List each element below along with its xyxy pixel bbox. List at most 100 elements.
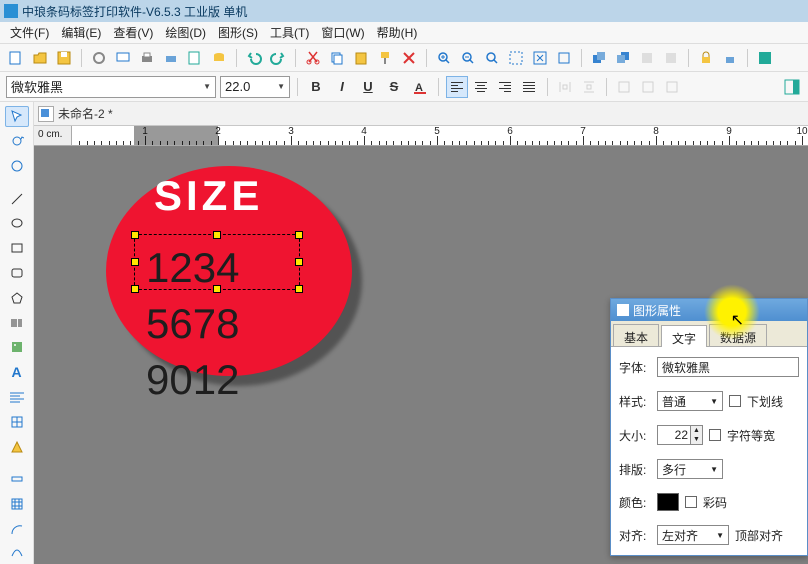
window-icon[interactable] [38, 106, 54, 122]
zoom-in-icon[interactable] [434, 48, 454, 68]
zoom-out-icon[interactable] [458, 48, 478, 68]
unlock-icon[interactable] [720, 48, 740, 68]
strike-button[interactable]: S [383, 76, 405, 98]
menu-window[interactable]: 窗口(W) [315, 22, 370, 43]
format-paint-icon[interactable] [375, 48, 395, 68]
print-icon[interactable] [137, 48, 157, 68]
tab-datasource[interactable]: 数据源 [709, 324, 767, 346]
align-label: 对齐: [619, 527, 651, 544]
table-tool[interactable] [5, 411, 29, 432]
open-icon[interactable] [30, 48, 50, 68]
menu-tool[interactable]: 工具(T) [264, 22, 315, 43]
send-back-icon[interactable] [613, 48, 633, 68]
database-icon[interactable] [209, 48, 229, 68]
pan-tool[interactable] [5, 156, 29, 177]
selection-box[interactable] [134, 234, 300, 290]
size-spinner[interactable]: 22▲▼ [657, 425, 703, 445]
size-text[interactable]: SIZE [154, 172, 263, 220]
line-tool[interactable] [5, 188, 29, 209]
settings-icon[interactable] [89, 48, 109, 68]
resize-handle-sw[interactable] [131, 285, 139, 293]
export-icon[interactable] [185, 48, 205, 68]
menu-edit[interactable]: 编辑(E) [55, 22, 107, 43]
text-tool[interactable]: A [5, 362, 29, 383]
document-tab[interactable]: 未命名-2 * [58, 105, 113, 122]
arc-tool[interactable] [5, 518, 29, 539]
mono-checkbox[interactable] [709, 429, 721, 441]
zoom-fit-icon[interactable] [530, 48, 550, 68]
resize-handle-nw[interactable] [131, 231, 139, 239]
resize-handle-e[interactable] [295, 258, 303, 266]
underline-button[interactable]: U [357, 76, 379, 98]
ellipse-tool[interactable] [5, 213, 29, 234]
menu-draw[interactable]: 绘图(D) [159, 22, 212, 43]
italic-button[interactable]: I [331, 76, 353, 98]
ruler-tool[interactable] [5, 469, 29, 490]
grid-tool[interactable] [5, 493, 29, 514]
align-select[interactable]: 左对齐▼ [657, 525, 729, 545]
delete-icon[interactable] [399, 48, 419, 68]
new-icon[interactable] [6, 48, 26, 68]
preview-icon[interactable] [113, 48, 133, 68]
image-tool[interactable] [5, 337, 29, 358]
rotate-tool[interactable] [5, 131, 29, 152]
layout-select[interactable]: 多行▼ [657, 459, 723, 479]
color-swatch[interactable] [657, 493, 679, 511]
dropdown-arrow-icon: ▼ [203, 82, 211, 91]
save-icon[interactable] [54, 48, 74, 68]
underline-checkbox[interactable] [729, 395, 741, 407]
align-center-button[interactable] [470, 76, 492, 98]
align-justify-button[interactable] [518, 76, 540, 98]
pointer-tool[interactable] [5, 106, 29, 127]
polygon-tool[interactable] [5, 287, 29, 308]
panel-header[interactable]: 图形属性 [611, 299, 807, 321]
curve-tool[interactable] [5, 543, 29, 564]
menu-help[interactable]: 帮助(H) [371, 22, 424, 43]
redo-icon[interactable] [268, 48, 288, 68]
tab-text[interactable]: 文字 [661, 325, 707, 347]
paste-icon[interactable] [351, 48, 371, 68]
font-size-combo[interactable]: 22.0 ▼ [220, 76, 290, 98]
close-window-icon[interactable] [755, 48, 775, 68]
cut-icon[interactable] [303, 48, 323, 68]
panel-toggle-icon[interactable] [782, 77, 802, 97]
align-left-button[interactable] [446, 76, 468, 98]
barcode-tool[interactable] [5, 312, 29, 333]
text-color-button[interactable]: A [409, 76, 431, 98]
menu-view[interactable]: 查看(V) [107, 22, 159, 43]
zoom-100-icon[interactable] [482, 48, 502, 68]
align-right-button[interactable] [494, 76, 516, 98]
forward-icon [637, 48, 657, 68]
underline-chklabel: 下划线 [747, 393, 783, 410]
menu-shape[interactable]: 图形(S) [212, 22, 264, 43]
richtext-tool[interactable] [5, 387, 29, 408]
zoom-region-icon[interactable] [506, 48, 526, 68]
resize-handle-n[interactable] [213, 231, 221, 239]
rect-tool[interactable] [5, 238, 29, 259]
resize-handle-se[interactable] [295, 285, 303, 293]
triangle-tool[interactable] [5, 436, 29, 457]
lock-icon[interactable] [696, 48, 716, 68]
font-family-combo[interactable]: 微软雅黑 ▼ [6, 76, 216, 98]
resize-handle-s[interactable] [213, 285, 221, 293]
font-input[interactable]: 微软雅黑 [657, 357, 799, 377]
left-toolbox: A [0, 102, 34, 564]
style-select[interactable]: 普通▼ [657, 391, 723, 411]
bold-button[interactable]: B [305, 76, 327, 98]
bring-front-icon[interactable] [589, 48, 609, 68]
layout-label: 排版: [619, 461, 651, 478]
undo-icon[interactable] [244, 48, 264, 68]
printer-icon[interactable] [161, 48, 181, 68]
align-objects-l-icon [614, 77, 634, 97]
align-group [446, 76, 540, 98]
menu-file[interactable]: 文件(F) [4, 22, 55, 43]
copy-icon[interactable] [327, 48, 347, 68]
ruler-origin-label: 0 cm. [38, 129, 62, 140]
font-label: 字体: [619, 359, 651, 376]
tab-basic[interactable]: 基本 [613, 324, 659, 346]
resize-handle-w[interactable] [131, 258, 139, 266]
zoom-sel-icon[interactable] [554, 48, 574, 68]
colorcode-checkbox[interactable] [685, 496, 697, 508]
resize-handle-ne[interactable] [295, 231, 303, 239]
roundrect-tool[interactable] [5, 263, 29, 284]
